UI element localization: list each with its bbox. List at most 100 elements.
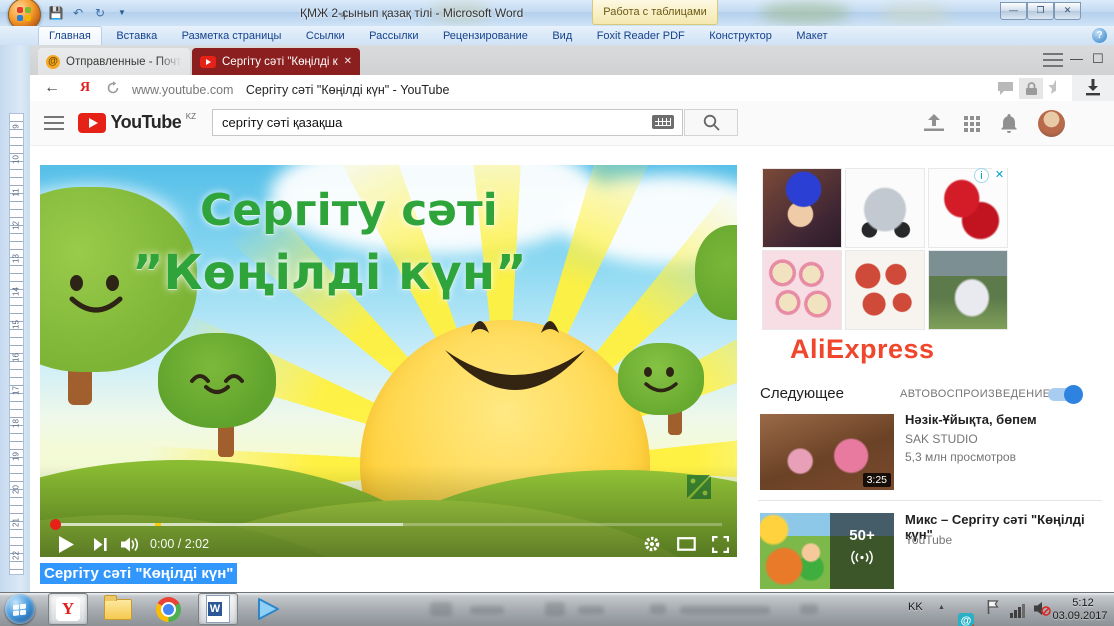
comment-icon[interactable] bbox=[998, 82, 1013, 100]
word-minimize-button[interactable]: — bbox=[1000, 2, 1027, 20]
word-tab-references[interactable]: Ссылки bbox=[296, 27, 355, 46]
video-player[interactable]: Сергіту сәті ”Көңілді күн” 0:00 / 2:02 bbox=[40, 165, 737, 557]
upload-icon[interactable] bbox=[924, 114, 944, 136]
ad-thumbnail-2[interactable] bbox=[845, 168, 925, 248]
ad-thumbnail-4[interactable] bbox=[762, 250, 842, 330]
taskbar-file-explorer[interactable] bbox=[98, 593, 138, 625]
qat-dropdown-icon[interactable]: ▼ bbox=[114, 5, 130, 21]
network-signal-icon[interactable] bbox=[1010, 600, 1026, 618]
browser-menu-icon[interactable] bbox=[1043, 53, 1063, 67]
ruler-number: 18 bbox=[12, 416, 21, 432]
ruler-number: 15 bbox=[12, 317, 21, 333]
ad-thumbnail-5[interactable] bbox=[845, 250, 925, 330]
ruler-number: 12 bbox=[12, 218, 21, 234]
autoplay-toggle[interactable] bbox=[1048, 388, 1081, 401]
word-tab-design[interactable]: Конструктор bbox=[699, 27, 782, 46]
account-avatar[interactable] bbox=[1038, 110, 1065, 137]
next-button[interactable] bbox=[88, 533, 112, 555]
new-tab-button[interactable]: + bbox=[340, 8, 349, 25]
yandex-logo[interactable]: Я bbox=[80, 80, 90, 96]
refresh-icon[interactable] bbox=[106, 81, 120, 100]
youtube-logo[interactable]: YouTube KZ bbox=[78, 112, 196, 133]
video-overlay-title-line1: Сергіту сәті bbox=[200, 185, 498, 236]
word-tab-page-layout[interactable]: Разметка страницы bbox=[172, 27, 292, 46]
ad-thumbnail-6[interactable] bbox=[928, 250, 1008, 330]
next-video-thumbnail[interactable]: 3:25 bbox=[760, 414, 894, 490]
action-center-icon[interactable] bbox=[986, 599, 1000, 620]
redo-icon[interactable]: ↻ bbox=[92, 5, 108, 21]
volume-icon bbox=[121, 537, 140, 552]
word-close-button[interactable]: ✕ bbox=[1054, 2, 1081, 20]
undo-icon[interactable]: ↶ bbox=[70, 5, 86, 21]
browser-maximize-button[interactable]: ☐ bbox=[1092, 51, 1104, 67]
ruler-number: 21 bbox=[12, 515, 21, 531]
youtube-region: KZ bbox=[186, 112, 196, 121]
search-button[interactable] bbox=[684, 109, 738, 136]
fullscreen-button[interactable] bbox=[708, 533, 732, 555]
tab-close-icon[interactable]: ✕ bbox=[344, 56, 352, 67]
clock-date[interactable]: 03.09.2017 bbox=[1048, 610, 1112, 622]
clock-time[interactable]: 5:12 bbox=[1057, 597, 1109, 609]
video-page-title-selected[interactable]: Сергіту сәті "Көңілді күн" bbox=[40, 563, 237, 584]
word-ribbon-tabs: Главная Вставка Разметка страницы Ссылки… bbox=[0, 26, 1114, 46]
mix-channel[interactable]: YouTube bbox=[905, 533, 952, 547]
taskbar-media-player[interactable] bbox=[248, 593, 288, 625]
autoplay-label: АВТОВОСПРОИЗВЕДЕНИЕ bbox=[900, 388, 1051, 400]
ad-thumbnail-1[interactable] bbox=[762, 168, 842, 248]
start-button[interactable] bbox=[5, 594, 35, 624]
taskbar-blur bbox=[578, 606, 604, 614]
mix-count-badge: 50+ bbox=[830, 527, 894, 544]
ad-close-icon[interactable]: ✕ bbox=[992, 168, 1007, 183]
download-icon[interactable] bbox=[1086, 79, 1100, 101]
ad-info-icon[interactable]: i bbox=[974, 168, 989, 183]
ad-brand-logo[interactable]: AliExpress bbox=[790, 334, 935, 365]
volume-button[interactable] bbox=[118, 533, 142, 555]
site-lock-button[interactable] bbox=[1019, 78, 1043, 99]
screen: 💾 ↶ ↻ ▼ ҚМЖ 2-сынып қазақ тілі - Microso… bbox=[0, 0, 1114, 626]
save-icon[interactable]: 💾 bbox=[48, 5, 64, 21]
play-button[interactable] bbox=[54, 533, 78, 555]
word-tab-view[interactable]: Вид bbox=[542, 27, 582, 46]
apps-grid-icon[interactable] bbox=[964, 116, 980, 132]
tray-expand-icon[interactable]: ▲ bbox=[938, 604, 945, 611]
back-button[interactable]: ← bbox=[44, 79, 60, 97]
address-url[interactable]: www.youtube.com Сергіту сәті "Көңілді кү… bbox=[132, 81, 449, 99]
word-tab-review[interactable]: Рецензирование bbox=[433, 27, 538, 46]
mailru-agent-icon[interactable]: @ bbox=[958, 613, 974, 626]
word-tab-home[interactable]: Главная bbox=[38, 26, 102, 46]
settings-button[interactable] bbox=[640, 533, 664, 555]
progress-handle[interactable] bbox=[50, 519, 61, 530]
taskbar-blur bbox=[650, 604, 666, 614]
progress-ad-marker bbox=[155, 523, 161, 526]
word-tab-insert[interactable]: Вставка bbox=[106, 27, 167, 46]
youtube-menu-icon[interactable] bbox=[44, 116, 64, 130]
ruler-number: 19 bbox=[12, 449, 21, 465]
word-help-button[interactable]: ? bbox=[1092, 28, 1107, 43]
word-tab-foxit[interactable]: Foxit Reader PDF bbox=[587, 27, 695, 46]
fullscreen-icon bbox=[712, 536, 729, 553]
url-page-title: Сергіту сәті "Көңілді күн" - YouTube bbox=[246, 83, 450, 97]
office-logo-icon bbox=[17, 7, 31, 21]
keyboard-icon[interactable] bbox=[652, 115, 674, 129]
language-indicator[interactable]: KK bbox=[908, 601, 923, 613]
taskbar-yandex-browser[interactable]: Y bbox=[48, 593, 88, 625]
play-icon bbox=[59, 536, 74, 553]
browser-tab-video[interactable]: Сергіту сәті "Көңілді күн" ✕ bbox=[192, 48, 360, 75]
notifications-bell-icon[interactable] bbox=[1000, 114, 1018, 138]
word-vertical-ruler: 9 10 11 12 13 14 15 16 17 18 19 20 21 22 bbox=[9, 113, 24, 575]
taskbar-chrome[interactable] bbox=[148, 593, 188, 625]
youtube-favicon bbox=[200, 56, 216, 68]
next-icon bbox=[94, 538, 107, 551]
browser-minimize-button[interactable]: — bbox=[1070, 51, 1083, 66]
browser-tab-mail[interactable]: @ Отправленные - Почта Mai bbox=[38, 48, 190, 75]
miniplayer-button[interactable] bbox=[674, 533, 698, 555]
word-tab-layout[interactable]: Макет bbox=[786, 27, 837, 46]
mix-thumbnail[interactable]: 50+ bbox=[760, 513, 894, 589]
chrome-icon bbox=[156, 597, 181, 622]
word-tab-mailings[interactable]: Рассылки bbox=[359, 27, 428, 46]
next-video-channel[interactable]: SAK STUDIO bbox=[905, 432, 978, 446]
word-restore-button[interactable]: ❐ bbox=[1027, 2, 1054, 20]
next-video-title[interactable]: Нәзік-Ұйықта, бөпем bbox=[905, 412, 1105, 427]
search-input[interactable]: сергіту сәті қазақша bbox=[212, 109, 683, 136]
taskbar-word[interactable]: W bbox=[198, 593, 238, 625]
